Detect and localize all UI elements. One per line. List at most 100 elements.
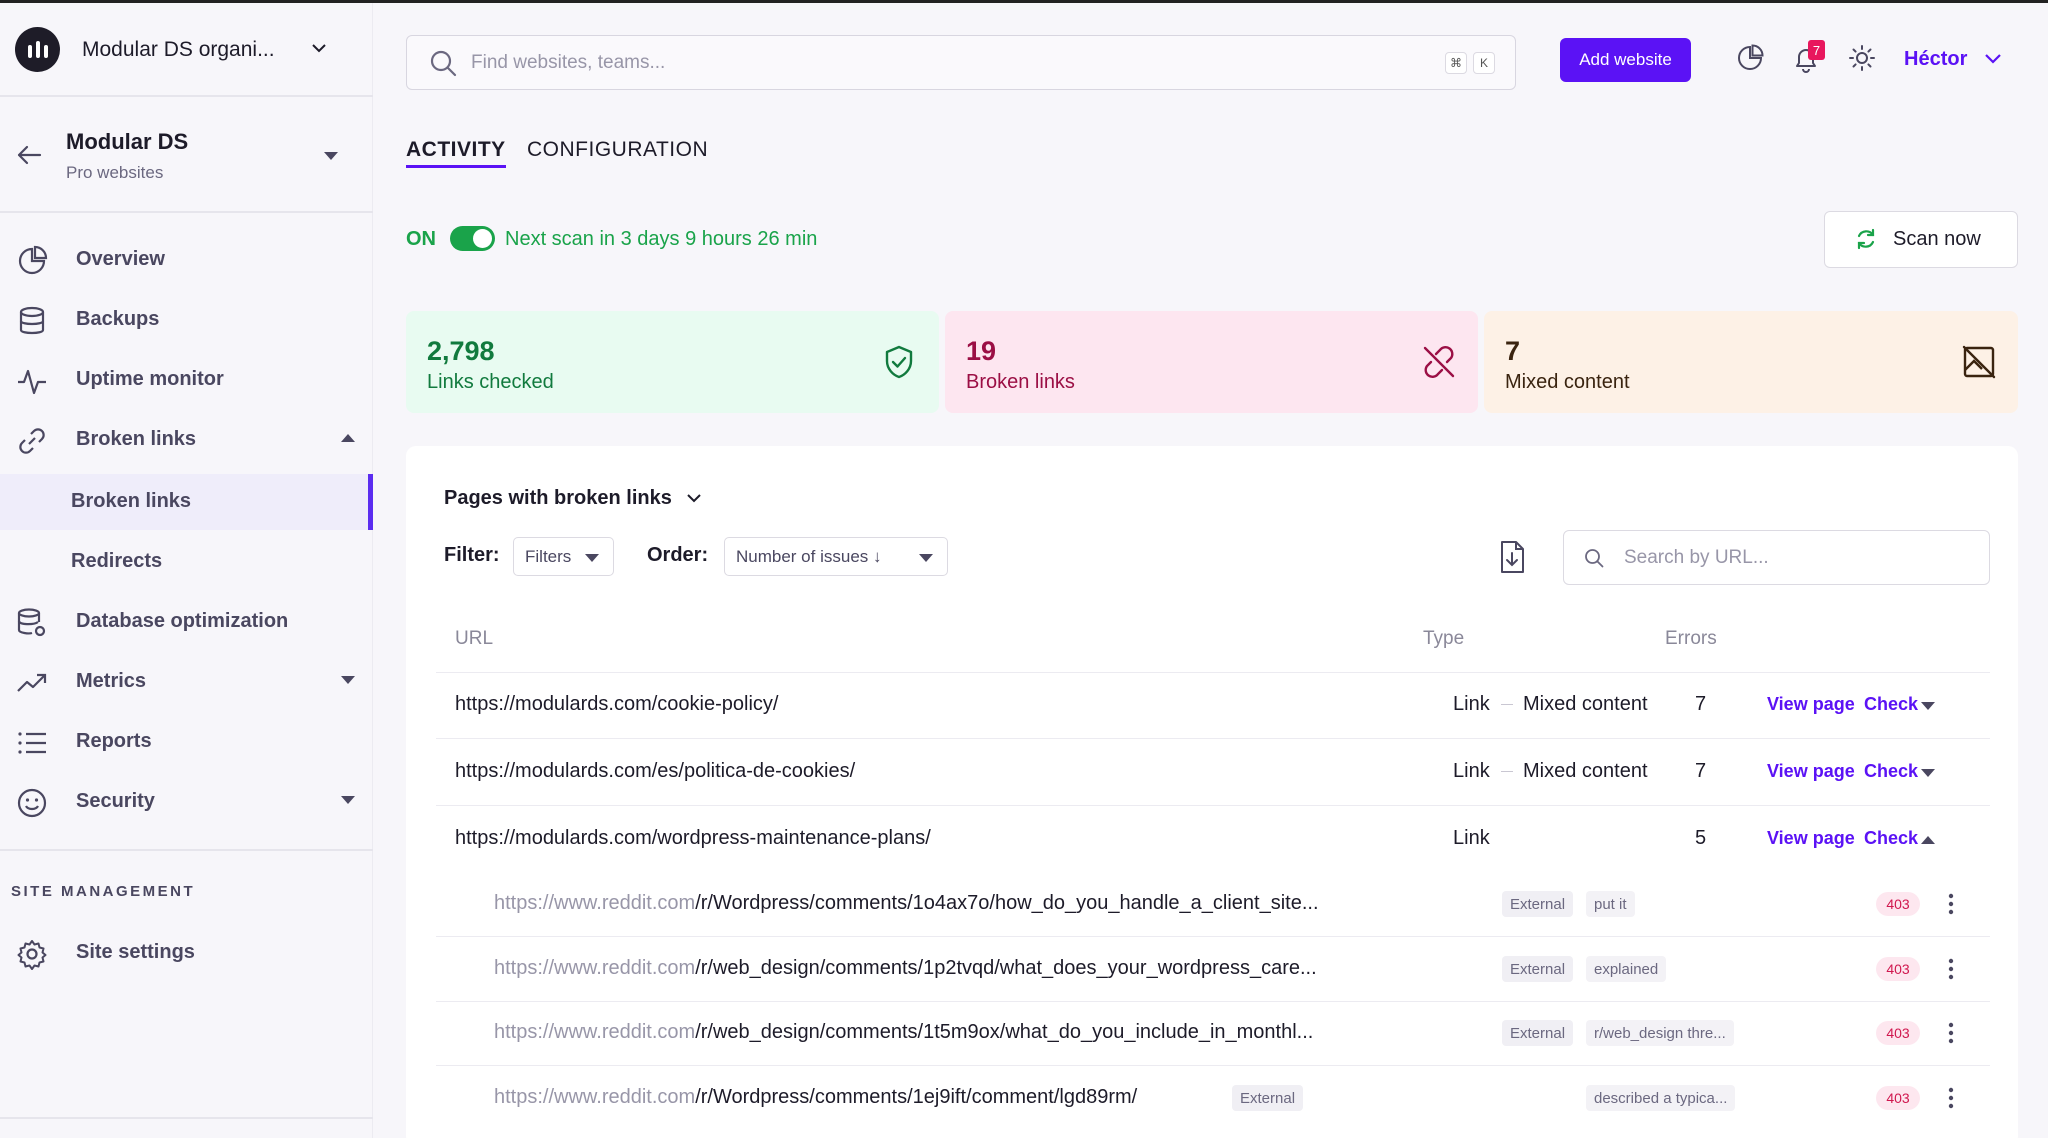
- user-menu-name[interactable]: Héctor: [1904, 48, 1967, 71]
- broken-link-url[interactable]: https://www.reddit.com/r/Wordpress/comme…: [494, 1086, 1137, 1109]
- url-search-input[interactable]: [1624, 545, 1964, 571]
- broken-links-panel: Pages with broken links Filter: Filters …: [406, 446, 2018, 1138]
- column-header-type: Type: [1423, 628, 1465, 649]
- sidebar-item-backups[interactable]: Backups: [0, 291, 373, 347]
- site-selector[interactable]: Modular DS Pro websites: [0, 99, 373, 213]
- row-url: https://modulards.com/cookie-policy/: [455, 693, 779, 715]
- stat-value: 2,798: [427, 336, 495, 366]
- caret-down-icon[interactable]: [340, 675, 356, 685]
- pie-chart-icon[interactable]: [1736, 44, 1764, 72]
- next-scan-text: Next scan in 3 days 9 hours 26 min: [505, 228, 818, 250]
- sidebar-subitem-broken-links[interactable]: Broken links: [0, 474, 373, 530]
- broken-link-url[interactable]: https://www.reddit.com/r/web_design/comm…: [494, 957, 1317, 980]
- check-link[interactable]: Check: [1864, 694, 1918, 715]
- caret-up-icon[interactable]: [1920, 835, 1936, 845]
- caret-down-icon[interactable]: [1920, 701, 1936, 711]
- sidebar-item-security[interactable]: Security: [0, 773, 373, 829]
- sidebar-item-label: Security: [76, 789, 155, 812]
- sidebar-item-overview[interactable]: Overview: [0, 231, 373, 287]
- org-switcher[interactable]: Modular DS organi...: [0, 3, 373, 97]
- link-tag-badge: External: [1232, 1085, 1304, 1111]
- link-tag-badge: External: [1502, 1020, 1574, 1046]
- sun-icon[interactable]: [1848, 44, 1876, 72]
- sidebar-item-database-optimization[interactable]: Database optimization: [0, 593, 373, 649]
- broken-link-url[interactable]: https://www.reddit.com/r/Wordpress/comme…: [494, 892, 1319, 915]
- row-url: https://modulards.com/es/politica-de-coo…: [455, 760, 856, 782]
- global-search[interactable]: ⌘ K: [406, 35, 1516, 90]
- caret-down-icon: [585, 554, 599, 562]
- more-options-icon[interactable]: [1948, 893, 1954, 915]
- download-file-icon[interactable]: [1498, 540, 1526, 574]
- status-code-badge: 403: [1876, 957, 1920, 981]
- table-row: https://modulards.com/cookie-policy/ Lin…: [436, 673, 1990, 739]
- caret-up-icon[interactable]: [340, 433, 356, 443]
- list-icon: [18, 732, 46, 754]
- more-options-icon[interactable]: [1948, 1087, 1954, 1109]
- sidebar-item-label: Metrics: [76, 669, 147, 692]
- caret-down-icon[interactable]: [323, 151, 339, 161]
- view-page-link[interactable]: View page: [1767, 694, 1855, 715]
- org-logo-icon: [15, 27, 60, 72]
- check-link[interactable]: Check: [1864, 828, 1918, 849]
- sidebar-divider: [0, 849, 373, 851]
- column-header-url: URL: [455, 628, 494, 649]
- sidebar-subitem-redirects[interactable]: Redirects: [0, 534, 373, 590]
- stat-card-mixed-content: 7 Mixed content: [1484, 311, 2018, 413]
- chevron-down-icon[interactable]: [686, 492, 702, 504]
- view-page-link[interactable]: View page: [1767, 828, 1855, 849]
- sidebar-item-reports[interactable]: Reports: [0, 713, 373, 769]
- broken-link-url[interactable]: https://www.reddit.com/r/web_design/comm…: [494, 1021, 1313, 1044]
- sidebar-item-metrics[interactable]: Metrics: [0, 653, 373, 709]
- notification-badge: 7: [1808, 40, 1825, 60]
- chevron-down-icon[interactable]: [1984, 52, 2002, 66]
- table-row: https://modulards.com/es/politica-de-coo…: [436, 740, 1990, 806]
- broken-link-item: https://www.reddit.com/r/web_design/comm…: [436, 938, 1990, 1002]
- anchor-text-badge: explained: [1586, 956, 1667, 982]
- panel-title[interactable]: Pages with broken links: [444, 487, 672, 510]
- row-type: Link: [1453, 693, 1490, 715]
- filter-select[interactable]: Filters: [513, 537, 614, 576]
- scan-toggle[interactable]: [450, 226, 495, 251]
- row-errors: 5: [1695, 827, 1707, 849]
- sidebar-item-label: Uptime monitor: [76, 367, 224, 390]
- search-icon: [430, 50, 457, 77]
- order-select[interactable]: Number of issues ↓: [724, 537, 948, 576]
- scan-now-button[interactable]: Scan now: [1824, 211, 2018, 268]
- scan-status-label: ON: [406, 228, 436, 250]
- view-page-link[interactable]: View page: [1767, 761, 1855, 782]
- caret-down-icon[interactable]: [1920, 768, 1936, 778]
- trend-up-icon: [17, 673, 47, 692]
- sidebar-item-label: Overview: [76, 247, 165, 270]
- tab-configuration[interactable]: CONFIGURATION: [527, 138, 708, 162]
- scan-now-label: Scan now: [1893, 228, 1981, 250]
- caret-down-icon: [919, 554, 933, 562]
- sidebar-item-uptime-monitor[interactable]: Uptime monitor: [0, 351, 373, 407]
- site-title: Modular DS: [66, 129, 189, 154]
- sidebar-item-site-settings[interactable]: Site settings: [0, 924, 373, 980]
- add-website-button[interactable]: Add website: [1560, 38, 1691, 82]
- check-link[interactable]: Check: [1864, 761, 1918, 782]
- broken-link-item: https://www.reddit.com/r/Wordpress/comme…: [436, 1067, 1990, 1131]
- link-tag-badge: External: [1502, 956, 1574, 982]
- site-subtitle: Pro websites: [66, 163, 164, 182]
- order-select-value: Number of issues ↓: [736, 547, 882, 566]
- smiley-icon: [17, 788, 47, 818]
- row-url: https://modulards.com/wordpress-maintena…: [455, 827, 931, 849]
- global-search-input[interactable]: [471, 48, 1371, 78]
- more-options-icon[interactable]: [1948, 958, 1954, 980]
- sidebar-item-label: Site settings: [76, 940, 195, 963]
- sidebar-subitem-label: Broken links: [71, 490, 192, 512]
- pulse-icon: [18, 369, 46, 395]
- more-options-icon[interactable]: [1948, 1022, 1954, 1044]
- row-errors: 7: [1695, 760, 1707, 782]
- back-arrow-icon[interactable]: [16, 144, 42, 166]
- org-name: Modular DS organi...: [82, 38, 275, 61]
- caret-down-icon[interactable]: [340, 795, 356, 805]
- column-header-errors: Errors: [1665, 628, 1717, 649]
- tab-activity[interactable]: ACTIVITY: [406, 138, 506, 162]
- url-search[interactable]: [1563, 530, 1990, 585]
- kbd-cmd: ⌘: [1445, 52, 1467, 74]
- broken-link-icon: [1423, 346, 1455, 378]
- row-type-secondary: Mixed content: [1523, 760, 1648, 782]
- sidebar-item-broken-links[interactable]: Broken links: [0, 411, 373, 467]
